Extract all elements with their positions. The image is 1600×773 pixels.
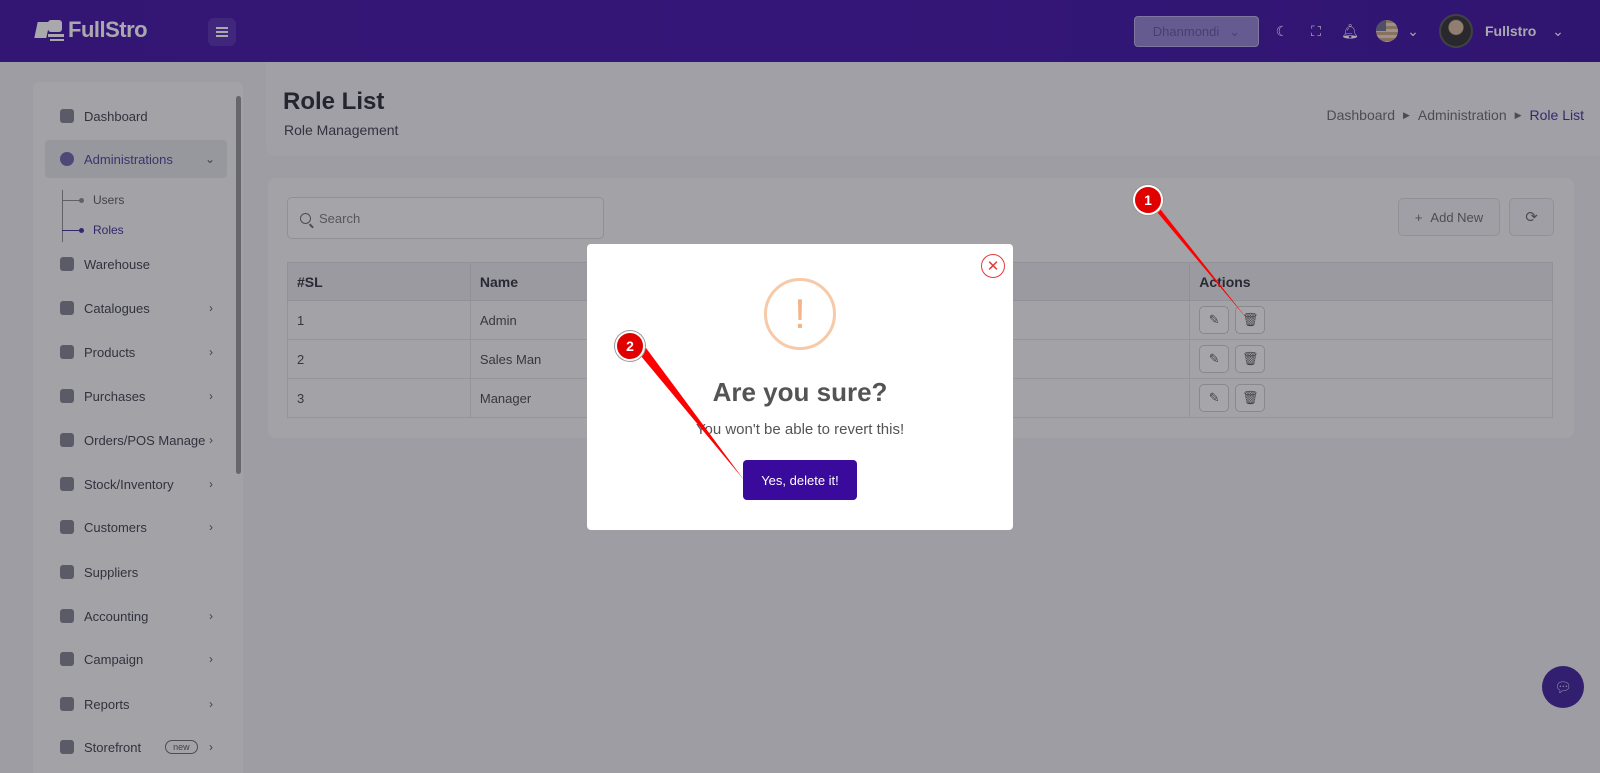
annotation-marker-2: 2 [615, 331, 645, 361]
close-icon[interactable]: ✕ [981, 254, 1005, 278]
annotation-marker-1: 1 [1133, 185, 1163, 215]
dialog-title: Are you sure? [712, 377, 888, 407]
dialog-message: You won't be able to revert this! [695, 421, 905, 438]
warning-icon: ! [764, 278, 836, 350]
confirm-delete-button[interactable]: Yes, delete it! [743, 460, 857, 500]
